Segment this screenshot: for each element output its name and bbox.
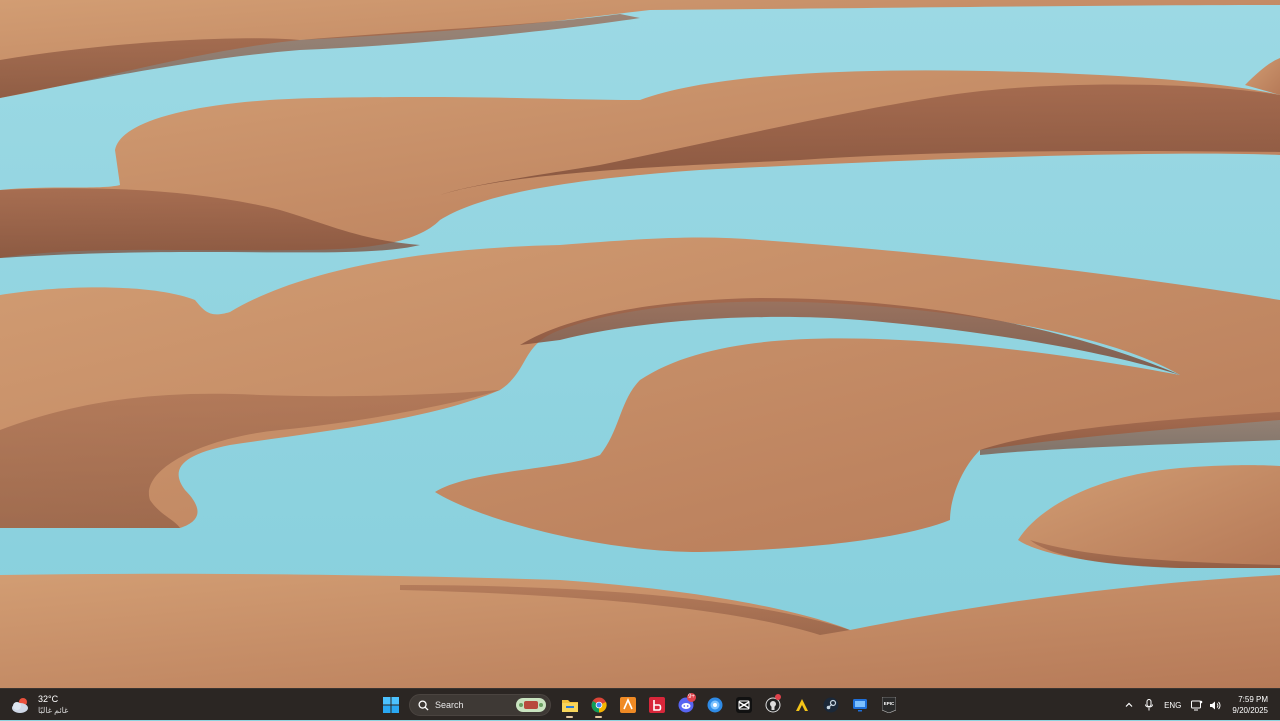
taskbar: 32°C غائم غالبًا Search 9+ EPIC ENG 7:59… [0,688,1280,720]
taskbar-app-yellow[interactable] [787,691,816,719]
cloud-sun-icon [10,694,32,716]
taskbar-app-red[interactable] [642,691,671,719]
app-yellow-icon [795,699,808,711]
discord-badge: 9+ [687,693,696,702]
taskbar-app-remote[interactable] [845,691,874,719]
notification-dot [775,694,781,700]
volume-icon [1210,701,1221,709]
epic-label: EPIC [883,701,894,706]
app-blue-icon [707,697,722,713]
taskbar-app-github[interactable] [758,691,787,719]
app-remote-icon [852,699,867,712]
desktop-wallpaper [0,0,1280,688]
search-highlight-icon [516,698,546,712]
taskbar-app-orange[interactable] [613,691,642,719]
show-hidden-icons-button[interactable] [1119,691,1139,719]
start-button[interactable] [376,691,405,719]
quick-settings-button[interactable] [1186,691,1226,719]
app-red-icon [648,697,665,713]
search-placeholder: Search [435,700,464,710]
search-icon [418,699,429,711]
taskbar-app-capcut[interactable] [729,691,758,719]
search-box[interactable]: Search [409,694,551,716]
weather-temperature: 32°C [38,694,59,704]
clock[interactable]: 7:59 PM 9/20/2025 [1226,694,1280,716]
steam-icon [823,697,838,713]
clock-time: 7:59 PM [1238,695,1268,704]
taskbar-app-file-explorer[interactable] [555,691,584,719]
chrome-icon [591,697,607,713]
language-label: ENG [1164,700,1182,710]
language-indicator[interactable]: ENG [1159,691,1186,719]
taskbar-app-blue[interactable] [700,691,729,719]
app-orange-icon [619,697,636,713]
taskbar-app-steam[interactable] [816,691,845,719]
taskbar-app-discord[interactable]: 9+ [671,691,700,719]
windows-icon [382,697,399,713]
system-tray: ENG 7:59 PM 9/20/2025 [1119,689,1280,721]
weather-condition: غائم غالبًا [38,706,69,715]
taskbar-apps: Search 9+ EPIC [376,691,903,719]
clock-date: 9/20/2025 [1232,706,1268,715]
capcut-icon [735,697,752,713]
microphone-icon [1145,699,1154,711]
epic-games-icon: EPIC [881,697,896,713]
weather-widget[interactable]: 32°C غائم غالبًا [10,692,68,718]
taskbar-app-epic-games[interactable]: EPIC [874,691,903,719]
taskbar-app-chrome[interactable] [584,691,613,719]
display-icon [1191,700,1203,710]
file-explorer-icon [561,700,578,712]
microphone-button[interactable] [1139,691,1159,719]
chevron-up-icon [1125,702,1133,707]
